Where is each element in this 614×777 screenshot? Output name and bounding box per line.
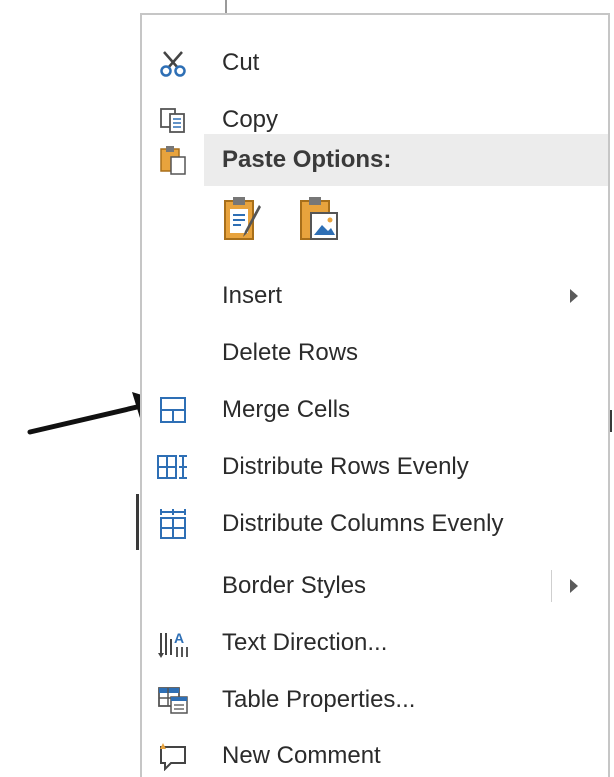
menu-item-label: Cut [222,49,260,76]
scissors-icon [156,46,190,80]
table-border-fragment [136,494,139,550]
menu-item-delete-rows[interactable]: Delete Rows [142,327,608,379]
paste-picture-icon [300,197,338,240]
paste-options-label: Paste Options: [222,146,392,173]
chevron-right-icon[interactable] [570,579,578,593]
split-divider [551,570,552,602]
context-menu: Cut Copy Paste Options: Insert Delete Ro… [140,13,610,777]
copy-icon [156,103,190,137]
paste-keep-formatting-button[interactable] [216,191,270,247]
menu-item-table-properties[interactable]: Table Properties... [142,674,608,726]
paste-keep-formatting-icon [224,197,261,240]
menu-item-border-styles[interactable]: Border Styles [142,560,608,612]
menu-item-label: Copy [222,106,279,133]
menu-item-label: Text Direction... [222,629,388,656]
text-direction-icon: A [156,626,190,660]
menu-item-label: Distribute Rows Evenly [222,453,469,480]
merge-cells-icon [156,393,190,427]
menu-item-label: Delete Rows [222,339,359,366]
menu-item-text-direction[interactable]: A Text Direction... [142,617,608,669]
menu-item-distribute-rows[interactable]: Distribute Rows Evenly [142,441,608,493]
menu-item-insert[interactable]: Insert [142,270,608,322]
menu-item-distribute-columns[interactable]: Distribute Columns Evenly [142,498,608,550]
paste-picture-button[interactable] [292,191,346,247]
distribute-rows-icon [156,450,190,484]
menu-item-label: Insert [222,282,283,309]
menu-item-label: Border Styles [222,572,367,599]
paste-options-row [216,191,346,251]
menu-item-merge-cells[interactable]: Merge Cells [142,384,608,436]
menu-item-cut[interactable]: Cut [142,37,608,89]
menu-item-label: New Comment [222,742,381,769]
menu-item-paste-options-icon-row [142,134,204,186]
screenshot-stage: Cut Copy Paste Options: Insert Delete Ro… [0,0,614,777]
table-properties-icon [156,683,190,717]
menu-item-new-comment[interactable]: New Comment [142,730,608,777]
distribute-columns-icon [156,507,190,541]
paste-options-header: Paste Options: [204,134,608,186]
menu-item-label: Table Properties... [222,686,416,713]
chevron-right-icon [570,289,578,303]
menu-item-label: Merge Cells [222,396,351,423]
table-border-fragment [225,0,227,14]
new-comment-icon [156,739,190,773]
menu-item-label: Distribute Columns Evenly [222,510,504,537]
paste-icon [156,143,190,177]
svg-text:A: A [174,630,184,646]
